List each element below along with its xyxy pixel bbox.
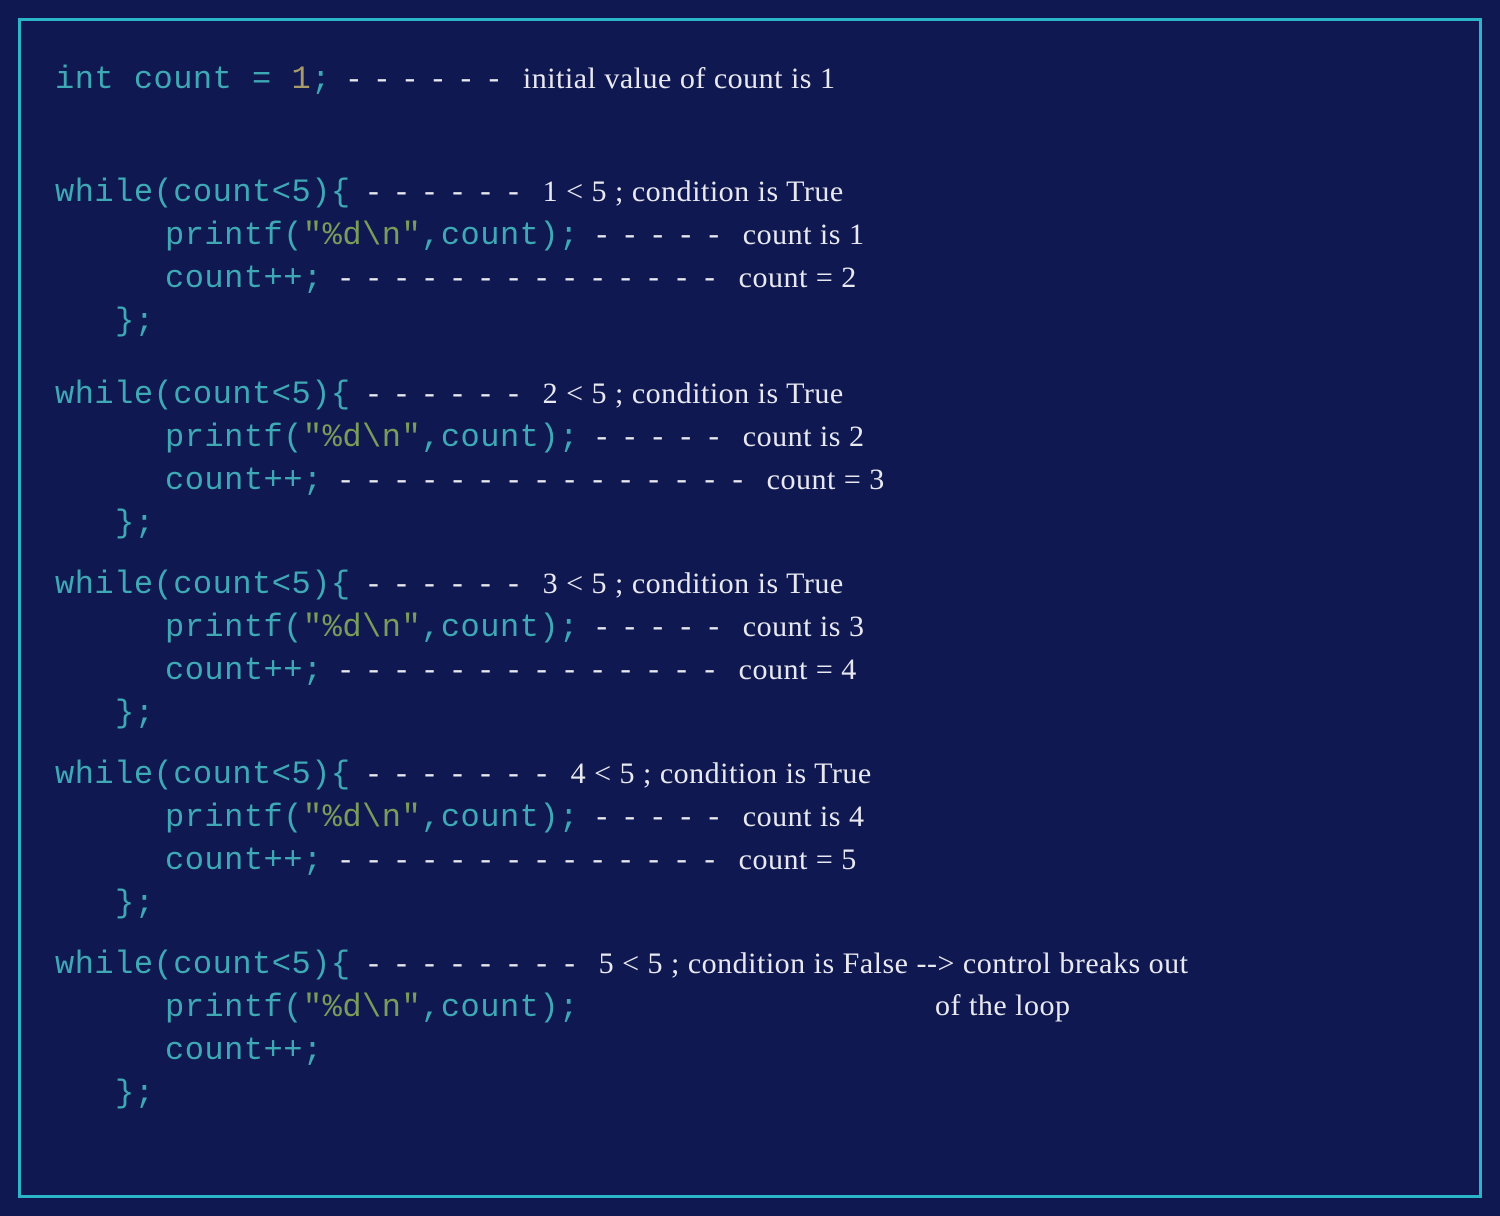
code-segment: ,count);	[421, 217, 579, 254]
string-literal: "%d\n"	[303, 217, 421, 254]
code-segment: printf(	[165, 609, 303, 646]
print-statement: printf("%d\n",count);	[165, 419, 579, 456]
keyword: int	[55, 61, 114, 98]
dash-connector: --------------	[323, 263, 739, 297]
annotation: count is 3	[743, 610, 865, 644]
iteration-block-4: while(count<5){ ------- 4 < 5 ; conditio…	[55, 756, 1445, 922]
code-segment: printf(	[165, 799, 303, 836]
dash-connector: ------	[331, 64, 523, 98]
code-segment: ,count);	[421, 989, 579, 1026]
annotation: count is 2	[743, 420, 865, 454]
iteration-block-3: while(count<5){ ------ 3 < 5 ; condition…	[55, 566, 1445, 732]
dash-connector: ------	[351, 177, 543, 211]
close-brace: };	[115, 885, 154, 922]
annotation: count = 5	[739, 843, 857, 877]
annotation: count is 1	[743, 218, 865, 252]
dash-connector: -----	[579, 802, 743, 836]
increment-statement: count++;	[165, 260, 323, 297]
code-segment: ,count);	[421, 609, 579, 646]
diagram-frame: int count = 1; ------ initial value of c…	[18, 18, 1482, 1198]
dash-connector: --------	[351, 949, 599, 983]
iteration-block-1: while(count<5){ ------ 1 < 5 ; condition…	[55, 174, 1445, 340]
code-segment: ,count);	[421, 419, 579, 456]
code-text: int count = 1;	[55, 61, 331, 98]
iteration-block-final: while(count<5){ -------- 5 < 5 ; conditi…	[55, 946, 1445, 1112]
dash-connector: -----	[579, 612, 743, 646]
iteration-block-2: while(count<5){ ------ 2 < 5 ; condition…	[55, 376, 1445, 542]
close-brace: };	[115, 1075, 154, 1112]
annotation: initial value of count is 1	[523, 62, 836, 96]
annotation: count = 4	[739, 653, 857, 687]
annotation: count = 2	[739, 261, 857, 295]
print-statement: printf("%d\n",count);	[165, 609, 579, 646]
dash-connector: -----	[579, 422, 743, 456]
increment-statement: count++;	[165, 1032, 323, 1069]
annotation: 2 < 5 ; condition is True	[543, 377, 844, 411]
dash-connector: --------------	[323, 655, 739, 689]
number-literal: 1	[291, 61, 311, 98]
dash-connector: --------------	[323, 845, 739, 879]
while-statement: while(count<5){	[55, 756, 351, 793]
close-brace: };	[115, 695, 154, 732]
annotation: 3 < 5 ; condition is True	[543, 567, 844, 601]
code-segment: printf(	[165, 989, 303, 1026]
annotation-continued: of the loop	[935, 989, 1070, 1023]
annotation: count is 4	[743, 800, 865, 834]
code-segment: ,count);	[421, 799, 579, 836]
dash-connector: -----	[579, 220, 743, 254]
while-statement: while(count<5){	[55, 174, 351, 211]
code-segment: count =	[114, 61, 291, 98]
string-literal: "%d\n"	[303, 989, 421, 1026]
dash-connector: ------	[351, 379, 543, 413]
string-literal: "%d\n"	[303, 799, 421, 836]
close-brace: };	[115, 303, 154, 340]
dash-connector: -------	[351, 759, 571, 793]
init-line: int count = 1; ------ initial value of c…	[55, 61, 1445, 98]
print-statement: printf("%d\n",count);	[165, 989, 579, 1026]
print-statement: printf("%d\n",count);	[165, 799, 579, 836]
code-segment: printf(	[165, 217, 303, 254]
string-literal: "%d\n"	[303, 609, 421, 646]
annotation: 1 < 5 ; condition is True	[543, 175, 844, 209]
code-segment: printf(	[165, 419, 303, 456]
increment-statement: count++;	[165, 462, 323, 499]
while-statement: while(count<5){	[55, 946, 351, 983]
annotation: 5 < 5 ; condition is False --> control b…	[599, 947, 1189, 981]
code-segment: ;	[311, 61, 331, 98]
string-literal: "%d\n"	[303, 419, 421, 456]
while-statement: while(count<5){	[55, 566, 351, 603]
increment-statement: count++;	[165, 842, 323, 879]
while-statement: while(count<5){	[55, 376, 351, 413]
annotation: 4 < 5 ; condition is True	[571, 757, 872, 791]
dash-connector: ---------------	[323, 465, 767, 499]
print-statement: printf("%d\n",count);	[165, 217, 579, 254]
annotation: count = 3	[767, 463, 885, 497]
increment-statement: count++;	[165, 652, 323, 689]
dash-connector: ------	[351, 569, 543, 603]
close-brace: };	[115, 505, 154, 542]
